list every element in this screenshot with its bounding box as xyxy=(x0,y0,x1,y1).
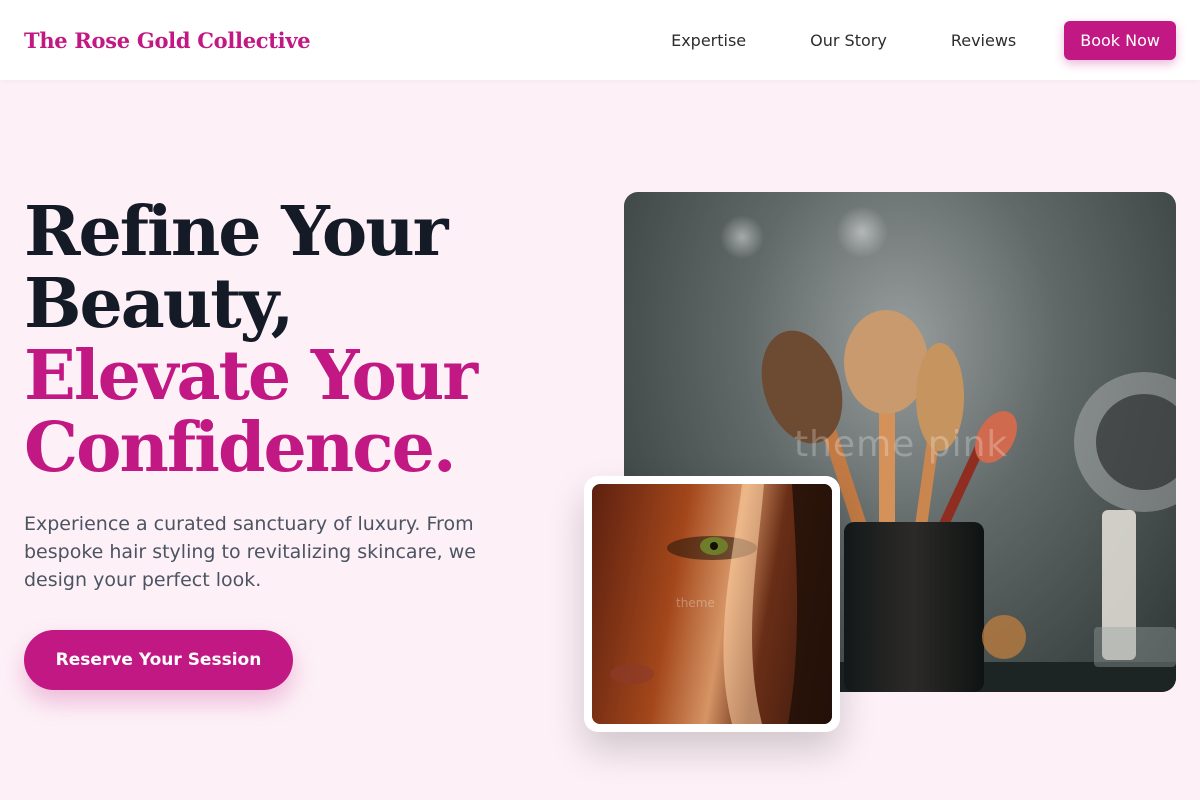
headline-line-4: Confidence. xyxy=(24,408,457,488)
headline-line-3: Elevate Your xyxy=(24,336,478,416)
hero-headline: Refine Your Beauty, Elevate Your Confide… xyxy=(24,196,544,484)
main-photo-watermark: theme pink xyxy=(794,424,1009,465)
nav-links: Expertise Our Story Reviews Book Now xyxy=(671,20,1176,60)
reserve-session-button[interactable]: Reserve Your Session xyxy=(24,630,293,690)
top-navbar: The Rose Gold Collective Expertise Our S… xyxy=(0,0,1200,80)
headline-line-2: Beauty, xyxy=(24,264,294,344)
nav-link-our-story[interactable]: Our Story xyxy=(810,31,887,50)
headline-line-1: Refine Your xyxy=(24,192,449,272)
hero-subtext: Experience a curated sanctuary of luxury… xyxy=(24,513,476,591)
brand-logo[interactable]: The Rose Gold Collective xyxy=(24,28,311,53)
nav-link-expertise[interactable]: Expertise xyxy=(671,31,746,50)
portrait-watermark: theme xyxy=(676,596,715,610)
nav-link-reviews[interactable]: Reviews xyxy=(951,31,1016,50)
portrait-photo-frame: theme xyxy=(584,476,840,732)
book-now-button[interactable]: Book Now xyxy=(1064,20,1176,60)
portrait-photo: theme xyxy=(592,484,832,724)
hero-section: Refine Your Beauty, Elevate Your Confide… xyxy=(24,196,544,594)
